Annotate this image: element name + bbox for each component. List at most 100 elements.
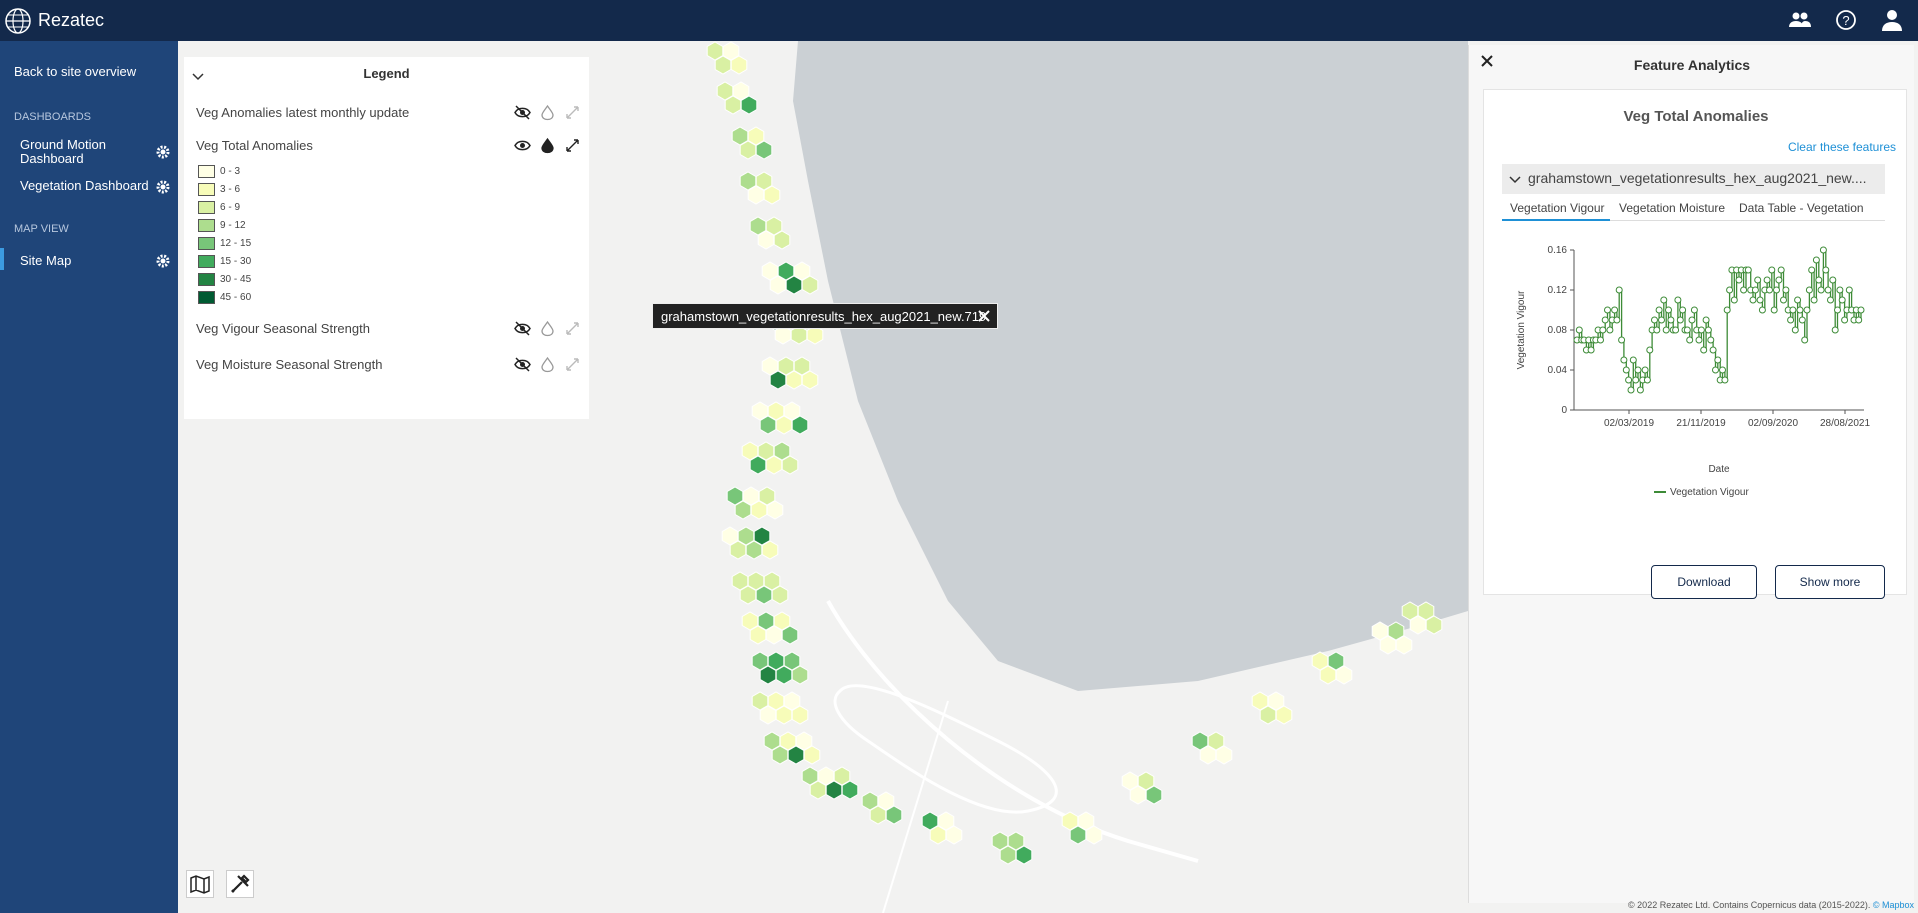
eye-hidden-icon[interactable] (514, 356, 531, 373)
vegetation-hex[interactable] (791, 665, 809, 685)
vegetation-hex[interactable] (1085, 825, 1103, 845)
zoom-extent-icon[interactable] (564, 137, 581, 154)
data-point (1662, 326, 1670, 334)
map-attribution: © 2022 Rezatec Ltd. Contains Copernicus … (1628, 900, 1914, 910)
legend-class-label: 45 - 60 (220, 292, 252, 303)
data-point (1777, 266, 1785, 274)
close-icon[interactable] (977, 309, 991, 323)
data-point (1787, 316, 1795, 324)
app-logo[interactable]: Rezatec (4, 7, 104, 35)
data-point (1674, 296, 1682, 304)
data-point (1766, 286, 1773, 294)
vegetation-hex[interactable] (761, 540, 779, 560)
x-tick-label: 02/09/2020 (1748, 418, 1798, 429)
vegetation-hex[interactable] (730, 55, 748, 75)
vegetation-hex[interactable] (801, 370, 819, 390)
data-point (1819, 246, 1827, 254)
gear-icon[interactable] (156, 180, 170, 194)
vegetation-hex[interactable] (885, 805, 903, 825)
opacity-drop-icon[interactable] (539, 320, 556, 337)
opacity-drop-icon[interactable] (539, 356, 556, 373)
data-point (1857, 306, 1865, 314)
data-point (1751, 286, 1759, 294)
data-point (1597, 336, 1604, 344)
vegetation-hex[interactable] (841, 780, 859, 800)
tools-icon[interactable] (226, 870, 254, 898)
vegetation-hex[interactable] (1425, 615, 1443, 635)
opacity-drop-icon[interactable] (539, 104, 556, 121)
card-title: Veg Total Anomalies (1623, 108, 1769, 125)
download-button[interactable]: Download (1651, 565, 1757, 599)
data-point (1599, 326, 1607, 334)
tab-vegetation-moisture[interactable]: Vegetation Moisture (1619, 201, 1725, 215)
vegetation-hex[interactable] (781, 455, 799, 475)
data-point (1683, 326, 1691, 334)
data-point (1646, 346, 1654, 354)
y-tick-label: 0.12 (1548, 285, 1568, 296)
vegetation-hex[interactable] (945, 825, 963, 845)
vegetation-hex[interactable] (1215, 745, 1233, 765)
users-icon[interactable] (1788, 8, 1812, 32)
sidebar-item-site-map[interactable]: Site Map (20, 254, 71, 268)
show-more-button[interactable]: Show more (1775, 565, 1885, 599)
vegetation-hex[interactable] (801, 275, 819, 295)
map-layers-icon[interactable] (186, 870, 214, 898)
feature-accordion[interactable]: grahamstown_vegetationresults_hex_aug202… (1502, 164, 1885, 194)
data-point (1822, 266, 1830, 274)
tab-vegetation-vigour[interactable]: Vegetation Vigour (1510, 201, 1605, 215)
vegetation-hex[interactable] (771, 585, 789, 605)
data-point (1665, 306, 1672, 314)
dashboards-heading: DASHBOARDS (14, 111, 92, 123)
vegetation-hex[interactable] (763, 185, 781, 205)
data-point (1618, 336, 1626, 344)
data-point (1627, 386, 1635, 394)
vegetation-hex[interactable] (755, 140, 773, 160)
vegetation-hex[interactable] (803, 745, 821, 765)
data-point (1831, 326, 1839, 334)
analytics-card: Veg Total Anomalies Clear these features… (1483, 89, 1907, 599)
tab-data-table-vegetation[interactable]: Data Table - Vegetation (1739, 201, 1864, 215)
vegetation-hex[interactable] (1015, 845, 1033, 865)
eye-icon[interactable] (514, 137, 531, 154)
vegetation-hex[interactable] (1335, 665, 1353, 685)
vegetation-hex[interactable] (1395, 635, 1413, 655)
data-point (1672, 326, 1680, 334)
help-icon[interactable]: ? (1834, 8, 1858, 32)
zoom-extent-icon[interactable] (564, 320, 581, 337)
data-point (1686, 336, 1694, 344)
vegetation-hex[interactable] (1275, 705, 1293, 725)
app-name: Rezatec (38, 10, 105, 30)
legend-layer-veg-total-anomalies: Veg Total Anomalies (196, 138, 313, 153)
user-icon[interactable] (1880, 8, 1904, 32)
legend-title: Legend (363, 66, 410, 81)
sidebar-item-vegetation-dashboard[interactable]: Vegetation Dashboard (20, 179, 149, 193)
data-point (1714, 356, 1722, 364)
vegetation-hex[interactable] (1145, 785, 1163, 805)
vegetation-hex[interactable] (791, 705, 809, 725)
legend-class-label: 0 - 3 (220, 166, 241, 177)
sidebar-item-ground-motion[interactable]: Ground Motion Dashboard (20, 138, 140, 166)
vegetation-hex[interactable] (781, 625, 799, 645)
mapbox-link[interactable]: © Mapbox (1873, 900, 1914, 910)
eye-hidden-icon[interactable] (514, 104, 531, 121)
vegetation-hex[interactable] (773, 230, 791, 250)
vegetation-hex[interactable] (791, 415, 809, 435)
vegetation-hex[interactable] (766, 500, 784, 520)
x-tick-label: 28/08/2021 (1820, 418, 1870, 429)
tooltip-text: grahamstown_vegetationresults_hex_aug202… (661, 308, 987, 324)
gear-icon[interactable] (156, 254, 170, 268)
clear-features-link[interactable]: Clear these features (1788, 140, 1896, 154)
gear-icon[interactable] (156, 145, 170, 159)
top-bar: Rezatec ? (0, 0, 1918, 41)
back-to-site-overview-link[interactable]: Back to site overview (14, 64, 136, 79)
data-point (1702, 316, 1710, 324)
data-point (1780, 296, 1787, 304)
vegetation-hex[interactable] (740, 95, 758, 115)
legend-layer-veg-anomalies-monthly: Veg Anomalies latest monthly update (196, 105, 410, 120)
data-point (1719, 366, 1726, 374)
zoom-extent-icon[interactable] (564, 356, 581, 373)
opacity-drop-icon[interactable] (539, 137, 556, 154)
eye-hidden-icon[interactable] (514, 320, 531, 337)
data-point (1709, 346, 1717, 354)
zoom-extent-icon[interactable] (564, 104, 581, 121)
